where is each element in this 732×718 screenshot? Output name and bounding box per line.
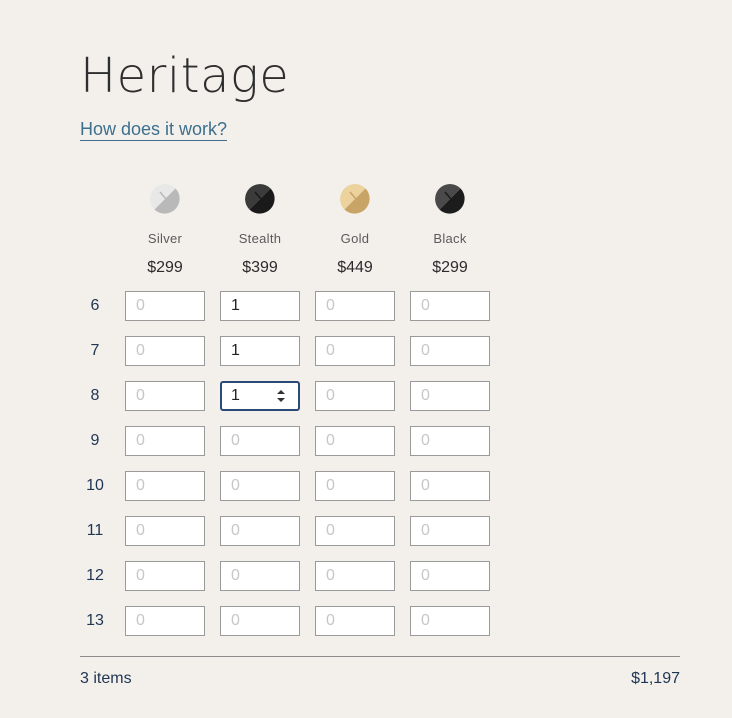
variant-name-stealth: Stealth — [238, 231, 282, 246]
summary-divider — [80, 656, 680, 657]
qty-input-black-size-13[interactable] — [410, 606, 490, 636]
swatch-gold-icon — [340, 184, 370, 214]
variant-price-silver: $299 — [147, 259, 183, 276]
number-spinner-icon[interactable] — [274, 388, 288, 404]
qty-input-silver-size-12[interactable] — [125, 561, 205, 591]
variant-name-black: Black — [433, 231, 467, 246]
qty-input-silver-size-10[interactable] — [125, 471, 205, 501]
variant-name-silver: Silver — [147, 231, 183, 246]
qty-input-gold-size-12[interactable] — [315, 561, 395, 591]
size-label-8: 8 — [90, 387, 100, 404]
qty-input-stealth-size-10[interactable] — [220, 471, 300, 501]
swatch-black-icon — [435, 184, 465, 214]
qty-input-black-size-12[interactable] — [410, 561, 490, 591]
size-label-10: 10 — [86, 477, 104, 494]
size-label-12: 12 — [86, 567, 104, 584]
qty-input-stealth-size-7[interactable] — [220, 336, 300, 366]
variant-price-stealth: $399 — [242, 259, 278, 276]
variant-name-gold: Gold — [340, 231, 370, 246]
variant-price-gold: $449 — [337, 259, 373, 276]
qty-input-stealth-size-11[interactable] — [220, 516, 300, 546]
qty-input-silver-size-7[interactable] — [125, 336, 205, 366]
qty-input-gold-size-13[interactable] — [315, 606, 395, 636]
qty-input-black-size-9[interactable] — [410, 426, 490, 456]
qty-input-gold-size-6[interactable] — [315, 291, 395, 321]
qty-input-gold-size-11[interactable] — [315, 516, 395, 546]
size-label-6: 6 — [90, 297, 100, 314]
qty-input-gold-size-8[interactable] — [315, 381, 395, 411]
qty-input-stealth-size-12[interactable] — [220, 561, 300, 591]
qty-input-gold-size-9[interactable] — [315, 426, 395, 456]
qty-input-gold-size-10[interactable] — [315, 471, 395, 501]
qty-input-silver-size-13[interactable] — [125, 606, 205, 636]
variant-price-black: $299 — [432, 259, 468, 276]
size-label-7: 7 — [90, 342, 100, 359]
qty-input-stealth-size-6[interactable] — [220, 291, 300, 321]
qty-input-black-size-6[interactable] — [410, 291, 490, 321]
qty-input-stealth-size-9[interactable] — [220, 426, 300, 456]
size-label-11: 11 — [86, 522, 104, 539]
qty-input-silver-size-8[interactable] — [125, 381, 205, 411]
qty-input-black-size-11[interactable] — [410, 516, 490, 546]
qty-input-black-size-8[interactable] — [410, 381, 490, 411]
qty-input-stealth-size-13[interactable] — [220, 606, 300, 636]
qty-input-black-size-10[interactable] — [410, 471, 490, 501]
qty-input-silver-size-9[interactable] — [125, 426, 205, 456]
qty-input-gold-size-7[interactable] — [315, 336, 395, 366]
order-total: $1,197 — [631, 670, 680, 687]
swatch-silver-icon — [150, 184, 180, 214]
swatch-stealth-icon — [245, 184, 275, 214]
item-count: 3 items — [80, 670, 132, 687]
qty-input-black-size-7[interactable] — [410, 336, 490, 366]
qty-input-stealth-size-8[interactable] — [220, 381, 300, 411]
size-label-13: 13 — [86, 612, 104, 629]
how-does-it-work-link[interactable]: How does it work? — [80, 118, 228, 141]
size-label-9: 9 — [90, 432, 100, 449]
qty-input-silver-size-11[interactable] — [125, 516, 205, 546]
page-title: Heritage — [80, 48, 290, 104]
qty-input-silver-size-6[interactable] — [125, 291, 205, 321]
